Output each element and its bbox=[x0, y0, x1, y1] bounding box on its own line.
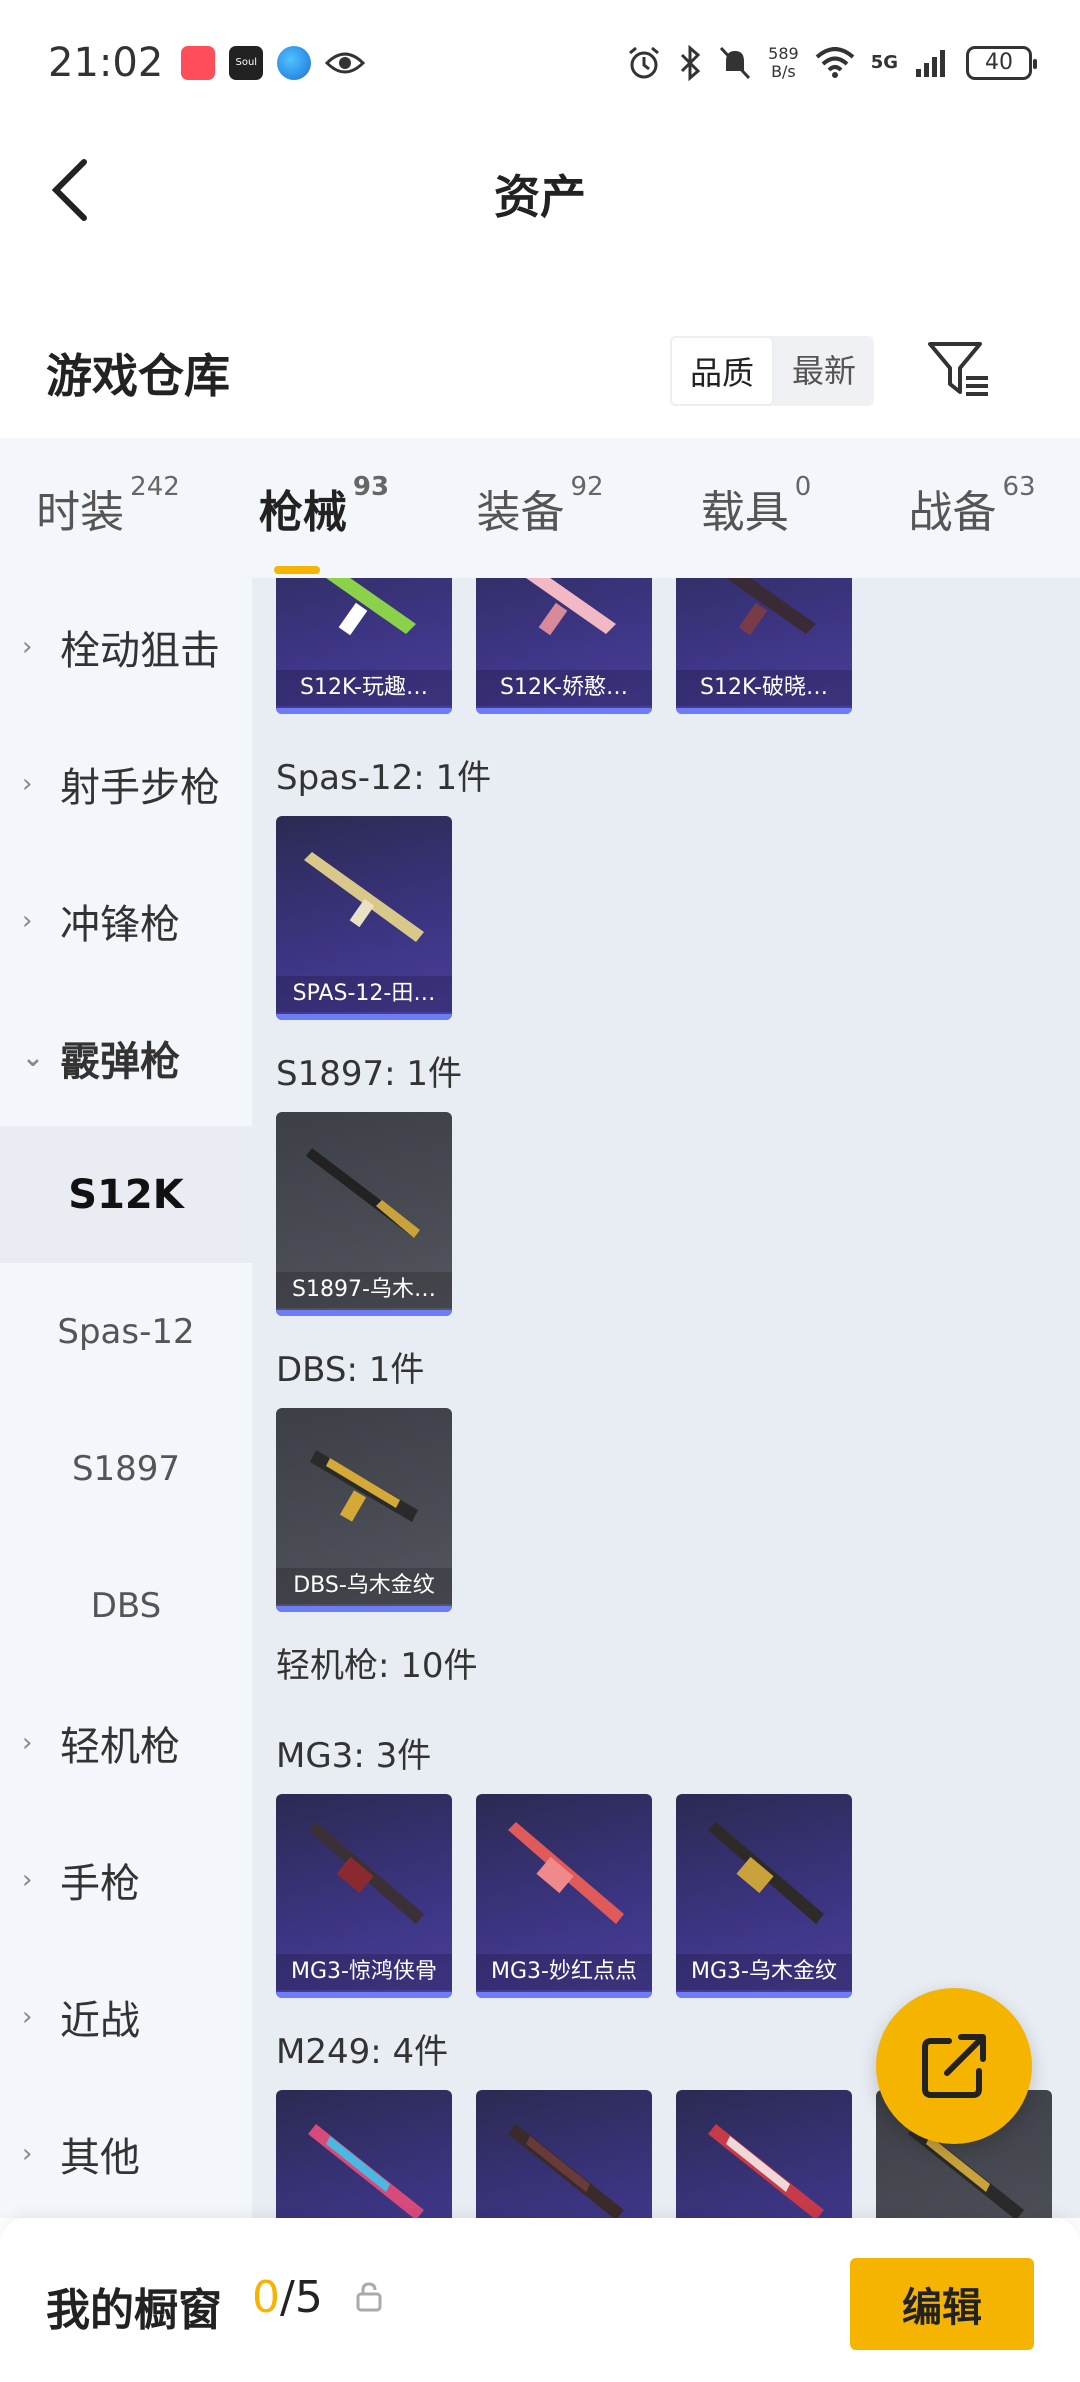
sidebar-subitem-dbs[interactable]: DBS bbox=[0, 1537, 252, 1674]
showcase-bar: 我的橱窗 0/5 编辑 bbox=[0, 2218, 1080, 2382]
sidebar-subitem-spas12[interactable]: Spas-12 bbox=[0, 1263, 252, 1400]
chevron-right-icon: › bbox=[22, 768, 33, 799]
weapon-card[interactable]: S1897-乌木… bbox=[276, 1112, 452, 1316]
chevron-right-icon: › bbox=[22, 1727, 33, 1758]
tab-supplies[interactable]: 战备 63 bbox=[864, 472, 1080, 540]
sidebar-item-lmg[interactable]: › 轻机枪 bbox=[0, 1674, 252, 1811]
eye-icon bbox=[325, 52, 366, 73]
weapon-card[interactable]: MG3-惊鸿侠骨 bbox=[276, 1794, 452, 1998]
network-type: 5G bbox=[870, 52, 898, 73]
chevron-right-icon: › bbox=[22, 905, 33, 936]
tab-vehicles[interactable]: 载具 0 bbox=[648, 472, 864, 540]
weapon-card[interactable]: S12K-娇憨… bbox=[476, 578, 652, 714]
lmg-skin-icon bbox=[708, 1822, 824, 1924]
weapon-card[interactable]: MG3-妙红点点 bbox=[476, 1794, 652, 1998]
weapon-card[interactable] bbox=[276, 2090, 452, 2218]
section-label-spas12: Spas-12: 1件 bbox=[276, 758, 492, 798]
wifi-icon bbox=[815, 46, 855, 78]
soul-app-icon: Soul bbox=[229, 45, 264, 80]
status-time: 21:02 bbox=[48, 39, 164, 86]
chevron-right-icon: › bbox=[22, 1864, 33, 1895]
rarity-bar bbox=[676, 1992, 852, 1998]
rarity-bar bbox=[276, 708, 452, 714]
mute-icon bbox=[720, 46, 751, 79]
weapon-card[interactable]: S12K-破晓… bbox=[676, 578, 852, 714]
app-header: 资产 bbox=[0, 125, 1080, 255]
rarity-bar bbox=[676, 708, 852, 714]
filter-icon[interactable] bbox=[926, 338, 992, 404]
tab-underline bbox=[274, 566, 320, 574]
lmg-skin-icon bbox=[508, 1822, 624, 1924]
chevron-right-icon: › bbox=[22, 631, 33, 662]
sidebar-item-smg[interactable]: › 冲锋枪 bbox=[0, 852, 252, 989]
lmg-skin-icon bbox=[508, 2124, 624, 2218]
lmg-skin-icon bbox=[308, 1822, 424, 1924]
rarity-bar bbox=[276, 1014, 452, 1020]
chevron-right-icon: › bbox=[22, 2138, 33, 2169]
sort-option-quality[interactable]: 品质 bbox=[670, 336, 775, 406]
tab-equipment[interactable]: 装备 92 bbox=[432, 472, 648, 540]
rarity-bar bbox=[276, 1606, 452, 1612]
lmg-skin-icon bbox=[708, 2124, 824, 2218]
weapon-card[interactable]: MG3-乌木金纹 bbox=[676, 1794, 852, 1998]
showcase-count: 0/5 bbox=[252, 2272, 323, 2323]
warehouse-header: 游戏仓库 品质 最新 bbox=[0, 320, 1080, 430]
rarity-bar bbox=[276, 1992, 452, 1998]
section-label-dbs: DBS: 1件 bbox=[276, 1350, 425, 1390]
chevron-right-icon: › bbox=[22, 2001, 33, 2032]
shotgun-skin-icon bbox=[306, 1148, 420, 1238]
weapon-grid: S12K-玩趣… S12K-娇憨… S12K-破晓… Spas-12: 1件 S… bbox=[252, 578, 1080, 2218]
rarity-bar bbox=[476, 708, 652, 714]
lmg-skin-icon bbox=[308, 2124, 424, 2218]
notification-icons: Soul bbox=[181, 45, 366, 80]
globe-app-icon bbox=[277, 45, 312, 80]
shotgun-skin-icon bbox=[310, 1450, 418, 1522]
system-status: 589 B/s 5G 40 bbox=[626, 43, 1037, 81]
sidebar-item-other[interactable]: › 其他 bbox=[0, 2085, 252, 2218]
rarity-bar bbox=[276, 1310, 452, 1316]
sort-option-newest[interactable]: 最新 bbox=[774, 336, 874, 406]
weapon-category-sidebar: › 栓动狙击 › 射手步枪 › 冲锋枪 ⌄ 霰弹枪 S12K Spas-12 S1897… bbox=[0, 578, 252, 2218]
weapon-card[interactable]: SPAS-12-田… bbox=[276, 816, 452, 1020]
share-button[interactable] bbox=[876, 1988, 1032, 2144]
showcase-label: 我的橱窗 bbox=[46, 2285, 222, 2336]
network-speed: 589 B/s bbox=[768, 43, 799, 81]
sidebar-item-pistol[interactable]: › 手枪 bbox=[0, 1811, 252, 1948]
sidebar-subitem-s12k[interactable]: S12K bbox=[0, 1126, 252, 1263]
weapon-card[interactable] bbox=[676, 2090, 852, 2218]
sort-toggle: 品质 最新 bbox=[670, 336, 875, 406]
sidebar-subitem-s1897[interactable]: S1897 bbox=[0, 1400, 252, 1537]
section-label-m249: M249: 4件 bbox=[276, 2032, 449, 2072]
bluetooth-icon bbox=[681, 44, 701, 81]
tab-fashion[interactable]: 时装 242 bbox=[0, 472, 216, 540]
tab-firearms[interactable]: 枪械 93 bbox=[216, 472, 432, 574]
weapon-card[interactable] bbox=[476, 2090, 652, 2218]
alarm-icon bbox=[629, 46, 660, 78]
app-notification-icon bbox=[181, 45, 216, 80]
category-tabs: 时装 242 枪械 93 装备 92 载具 0 战备 63 bbox=[0, 438, 1080, 578]
shotgun-skin-icon bbox=[726, 578, 816, 636]
signal-icon bbox=[916, 49, 945, 77]
shotgun-skin-icon bbox=[304, 852, 424, 942]
lock-icon bbox=[356, 2282, 382, 2312]
battery-indicator: 40 bbox=[966, 45, 1037, 80]
section-label-lmg: 轻机枪: 10件 bbox=[276, 1646, 478, 1686]
shotgun-skin-icon bbox=[326, 578, 416, 636]
sidebar-item-melee[interactable]: › 近战 bbox=[0, 1948, 252, 2085]
rarity-bar bbox=[476, 1992, 652, 1998]
sidebar-item-shotgun[interactable]: ⌄ 霰弹枪 bbox=[0, 989, 252, 1126]
weapon-card[interactable]: DBS-乌木金纹 bbox=[276, 1408, 452, 1612]
sidebar-item-bolt-sniper[interactable]: › 栓动狙击 bbox=[0, 578, 252, 715]
shotgun-skin-icon bbox=[526, 578, 616, 636]
page-title: 资产 bbox=[494, 170, 586, 224]
edit-button[interactable]: 编辑 bbox=[850, 2258, 1034, 2350]
section-label-mg3: MG3: 3件 bbox=[276, 1736, 432, 1776]
warehouse-title: 游戏仓库 bbox=[46, 349, 230, 403]
weapon-card[interactable]: S12K-玩趣… bbox=[276, 578, 452, 714]
sidebar-item-marksman-rifle[interactable]: › 射手步枪 bbox=[0, 715, 252, 852]
share-external-icon bbox=[922, 2034, 986, 2098]
status-bar: 21:02 Soul 589 B/s 5G 40 bbox=[0, 0, 1080, 125]
section-label-s1897: S1897: 1件 bbox=[276, 1054, 463, 1094]
chevron-down-icon: ⌄ bbox=[22, 1042, 44, 1073]
